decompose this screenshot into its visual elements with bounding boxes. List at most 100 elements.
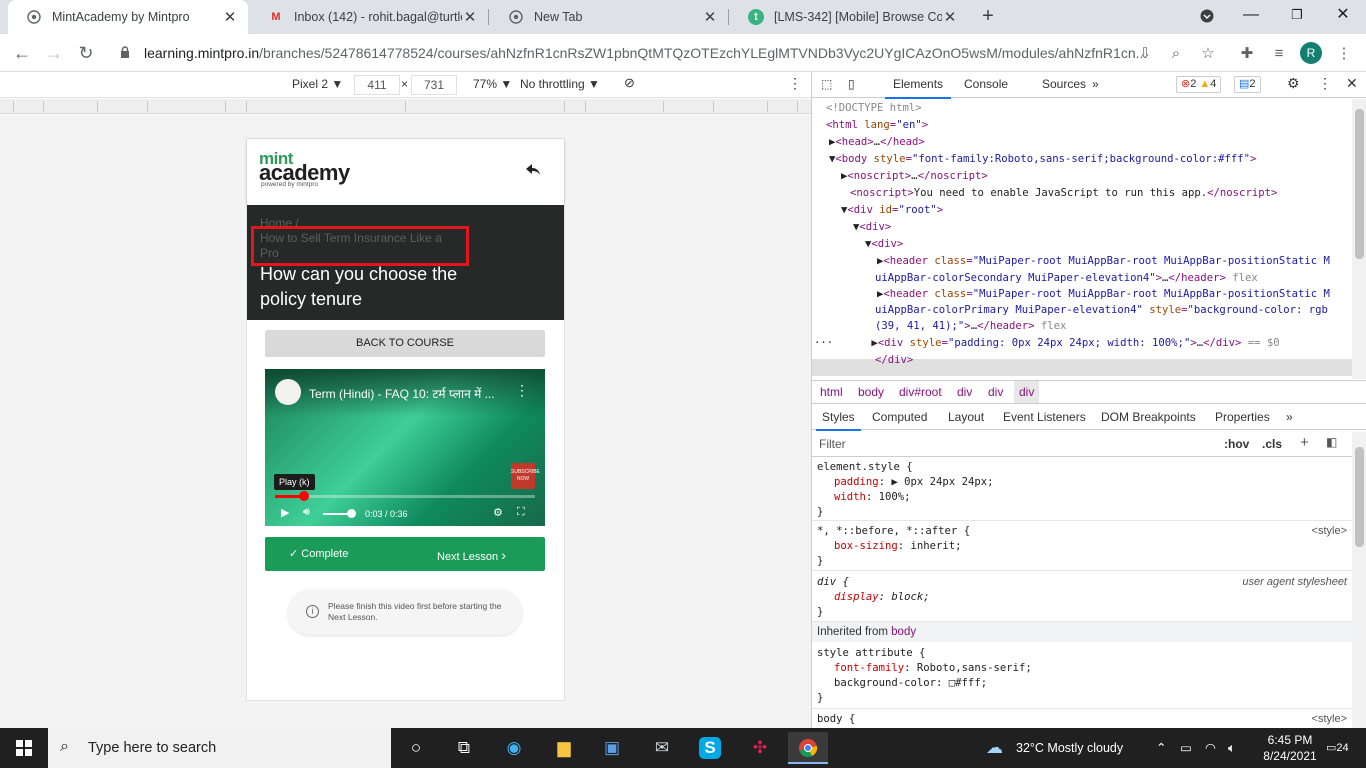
- battery-icon[interactable]: ▭: [1180, 728, 1192, 768]
- crumb-div[interactable]: div: [957, 385, 972, 399]
- dom-line[interactable]: ▶<head>…</head>: [829, 134, 925, 151]
- css-line[interactable]: box-sizing: inherit;: [834, 539, 962, 554]
- tab-dom-breakpoints[interactable]: DOM Breakpoints: [1101, 410, 1196, 424]
- add-rule-icon[interactable]: +: [1300, 434, 1309, 451]
- viewport-width-input[interactable]: 411: [354, 75, 400, 95]
- crumb-div[interactable]: div: [988, 385, 1003, 399]
- channel-avatar[interactable]: [275, 379, 301, 405]
- cortana-icon[interactable]: ○: [396, 732, 436, 764]
- video-more-icon[interactable]: ⋮: [515, 382, 529, 399]
- device-select[interactable]: Pixel 2 ▼: [292, 77, 343, 91]
- dom-line[interactable]: ▼<div id="root">: [841, 202, 943, 219]
- complete-button[interactable]: ✓ Complete: [289, 547, 348, 560]
- slack-icon[interactable]: ✣: [740, 732, 780, 764]
- tab-properties[interactable]: Properties: [1215, 410, 1270, 424]
- tab-console[interactable]: Console: [964, 77, 1008, 91]
- video-progress-bar[interactable]: [275, 491, 535, 501]
- close-tab-icon[interactable]: ✕: [222, 8, 238, 26]
- rule-source[interactable]: <style>: [1312, 712, 1347, 727]
- tab-jira[interactable]: t [LMS-342] [Mobile] Browse Cours ✕: [730, 0, 968, 34]
- tab-search-icon[interactable]: [1184, 0, 1230, 32]
- rotate-icon[interactable]: ⊘: [624, 75, 635, 91]
- file-explorer-icon[interactable]: ▆: [544, 732, 584, 764]
- weather-icon[interactable]: ☁: [986, 728, 1003, 768]
- more-tabs-icon[interactable]: »: [1092, 77, 1099, 91]
- rule-source[interactable]: <style>: [1312, 524, 1347, 539]
- close-devtools-icon[interactable]: ✕: [1346, 75, 1358, 92]
- dom-line[interactable]: <!DOCTYPE html>: [826, 100, 922, 117]
- weather-text[interactable]: 32°C Mostly cloudy: [1016, 728, 1123, 768]
- crumb-body[interactable]: body: [858, 385, 884, 399]
- tab-sources[interactable]: Sources: [1042, 77, 1086, 91]
- dom-line[interactable]: ▶<noscript>…</noscript>: [841, 168, 988, 185]
- extensions-icon[interactable]: ✚: [1236, 43, 1258, 65]
- mail-icon[interactable]: ✉: [642, 732, 682, 764]
- css-line[interactable]: font-family: Roboto,sans-serif;: [834, 661, 1032, 676]
- devtools-menu-icon[interactable]: ⋮: [1318, 75, 1332, 92]
- dom-line[interactable]: ▼<div>: [853, 219, 891, 236]
- new-tab-button[interactable]: +: [976, 4, 1000, 28]
- tab-mintacademy[interactable]: MintAcademy by Mintpro ✕: [8, 0, 248, 34]
- dom-line[interactable]: ▶<header class="MuiPaper-root MuiAppBar-…: [877, 286, 1330, 303]
- class-toggle[interactable]: .cls: [1262, 437, 1282, 451]
- issues-badge[interactable]: ⊗2 ▲4: [1176, 76, 1222, 93]
- tab-new-tab[interactable]: New Tab ✕: [490, 0, 728, 34]
- crumb-div-selected[interactable]: div: [1014, 381, 1040, 403]
- dom-line[interactable]: ▶<header class="MuiPaper-root MuiAppBar-…: [877, 253, 1330, 270]
- tab-layout[interactable]: Layout: [948, 410, 984, 424]
- device-toggle-icon[interactable]: ▯: [848, 77, 855, 91]
- dom-line[interactable]: (39, 41, 41);">…</header> flex: [875, 318, 1066, 335]
- volume-icon[interactable]: 🔊︎: [303, 506, 310, 519]
- minimize-icon[interactable]: —: [1228, 0, 1274, 32]
- dom-line[interactable]: ▼<div>: [865, 236, 903, 253]
- restore-icon[interactable]: ❐: [1274, 0, 1320, 32]
- tab-event-listeners[interactable]: Event Listeners: [1003, 410, 1086, 424]
- dom-line[interactable]: ··· ▶<div style="padding: 0px 24px 24px;…: [814, 335, 1280, 352]
- reload-icon[interactable]: ↻: [72, 39, 100, 67]
- crumb-html[interactable]: html: [820, 385, 843, 399]
- inspect-element-icon[interactable]: ⬚: [821, 77, 832, 91]
- dom-line[interactable]: uiAppBar-colorSecondary MuiPaper-elevati…: [875, 270, 1258, 287]
- settings-gear-icon[interactable]: ⚙: [1287, 75, 1300, 92]
- dom-line[interactable]: </div>: [875, 352, 913, 369]
- dom-tree[interactable]: <!DOCTYPE html> <html lang="en"> ▶<head>…: [812, 99, 1353, 379]
- volume-knob[interactable]: [347, 509, 356, 518]
- video-title[interactable]: Term (Hindi) - FAQ 10: टर्म प्लान में ..…: [309, 385, 505, 402]
- toggle-sidebar-icon[interactable]: ◧: [1326, 435, 1337, 449]
- media-control-icon[interactable]: ≡: [1268, 43, 1290, 65]
- task-view-icon[interactable]: ⧉: [444, 732, 484, 764]
- chrome-taskbar-icon[interactable]: [788, 732, 828, 764]
- hover-toggle[interactable]: :hov: [1224, 437, 1249, 451]
- dom-line[interactable]: ▼<body style="font-family:Roboto,sans-se…: [829, 151, 1256, 168]
- close-tab-icon[interactable]: ✕: [462, 8, 478, 26]
- close-tab-icon[interactable]: ✕: [942, 8, 958, 26]
- wifi-icon[interactable]: ◠: [1205, 728, 1216, 768]
- edge-icon[interactable]: ◉: [494, 732, 534, 764]
- back-to-course-button[interactable]: BACK TO COURSE: [265, 330, 545, 357]
- windows-start-icon[interactable]: [4, 732, 44, 764]
- styles-filter-input[interactable]: Filter: [819, 437, 846, 451]
- close-tab-icon[interactable]: ✕: [702, 8, 718, 26]
- css-line[interactable]: width: 100%;: [834, 490, 911, 505]
- system-clock[interactable]: 6:45 PM 8/24/2021: [1260, 732, 1320, 764]
- css-line[interactable]: background-color: □#fff;: [834, 676, 987, 691]
- play-icon[interactable]: ▶: [281, 506, 289, 519]
- skype-icon[interactable]: S: [690, 732, 730, 764]
- settings-gear-icon[interactable]: ⚙: [493, 506, 503, 519]
- more-options-icon[interactable]: ⋮: [788, 75, 802, 92]
- chrome-menu-icon[interactable]: ⋮: [1333, 43, 1355, 65]
- dom-scrollbar[interactable]: [1352, 99, 1366, 379]
- zoom-icon[interactable]: ⌕: [1165, 43, 1187, 65]
- back-reply-icon[interactable]: [526, 163, 540, 180]
- install-app-icon[interactable]: ⇩: [1134, 43, 1156, 65]
- show-hidden-icons[interactable]: ⌃: [1156, 728, 1166, 768]
- dom-line[interactable]: uiAppBar-colorPrimary MuiPaper-elevation…: [875, 302, 1328, 319]
- throttling-select[interactable]: No throttling ▼: [520, 77, 600, 91]
- dom-line[interactable]: <noscript>You need to enable JavaScript …: [850, 185, 1277, 202]
- progress-scrubber[interactable]: [298, 491, 309, 501]
- crumb-root[interactable]: div#root: [899, 385, 942, 399]
- profile-avatar[interactable]: R: [1300, 42, 1322, 64]
- back-arrow-icon[interactable]: ←: [8, 39, 36, 67]
- more-style-tabs-icon[interactable]: »: [1286, 410, 1293, 424]
- bookmark-star-icon[interactable]: ☆: [1197, 43, 1219, 65]
